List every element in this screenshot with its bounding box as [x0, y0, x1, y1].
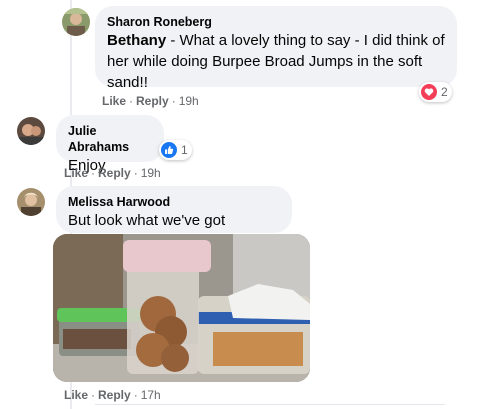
comment-bubble: Melissa Harwood But look what we've got … — [56, 186, 292, 250]
separator: · — [91, 388, 96, 402]
comment-author[interactable]: Sharon Roneberg — [107, 14, 445, 30]
like-link[interactable]: Like — [64, 166, 88, 180]
like-link[interactable]: Like — [102, 94, 126, 108]
separator: · — [133, 388, 138, 402]
separator: · — [133, 166, 138, 180]
comment-author[interactable]: Julie Abrahams — [68, 123, 152, 155]
reply-link[interactable]: Reply — [98, 388, 131, 402]
reaction-count: 2 — [441, 85, 448, 99]
comment-actions: Like · Reply · 17h — [64, 388, 161, 402]
reaction-count: 1 — [181, 143, 188, 157]
separator: · — [171, 94, 176, 108]
divider — [95, 404, 445, 405]
mention-link[interactable]: Bethany — [107, 32, 166, 49]
like-link[interactable]: Like — [64, 388, 88, 402]
comment-author[interactable]: Melissa Harwood — [68, 194, 280, 210]
comment-actions: Like · Reply · 19h — [64, 166, 161, 180]
comment-bubble: Julie Abrahams Enjoy — [56, 115, 164, 174]
separator: · — [129, 94, 134, 108]
reply-link[interactable]: Reply — [136, 94, 169, 108]
timestamp[interactable]: 17h — [141, 388, 161, 402]
comment-bubble: Sharon Roneberg Bethany - What a lovely … — [95, 6, 457, 91]
avatar-julie[interactable] — [17, 117, 45, 145]
avatar-melissa[interactable] — [17, 188, 45, 216]
reply-link[interactable]: Reply — [98, 166, 131, 180]
avatar-sharon[interactable] — [62, 8, 90, 36]
timestamp[interactable]: 19h — [179, 94, 199, 108]
thumbs-up-icon — [161, 142, 177, 158]
timestamp[interactable]: 19h — [141, 166, 161, 180]
separator: · — [91, 166, 96, 180]
reaction-badge[interactable]: 1 — [159, 140, 192, 160]
comment-text: Bethany - What a lovely thing to say - I… — [107, 30, 445, 93]
heart-icon — [421, 84, 437, 100]
reaction-badge[interactable]: 2 — [419, 82, 452, 102]
comment-actions: Like · Reply · 19h — [102, 94, 199, 108]
attached-photo[interactable] — [53, 234, 310, 382]
